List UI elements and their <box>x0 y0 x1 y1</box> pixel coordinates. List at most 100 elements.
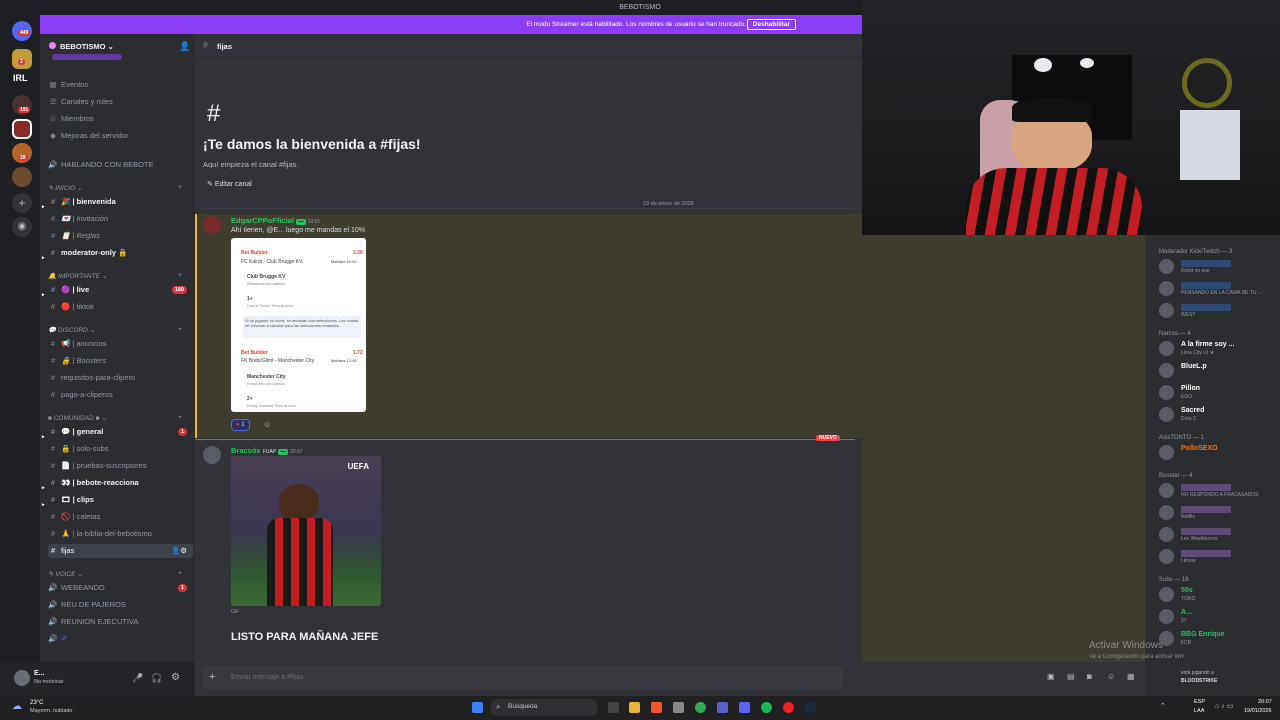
voice-webeando[interactable]: 🔊 WEBEANDO 1 <box>48 581 193 595</box>
taskbar-search[interactable]: ⌕ Búsqueda <box>490 699 598 716</box>
obs-icon[interactable] <box>783 702 794 713</box>
chrome-icon[interactable] <box>695 702 706 713</box>
member-item[interactable]: Sacred Dota 2 <box>1159 407 1279 423</box>
microphone-icon[interactable]: 🎤 <box>132 673 143 684</box>
member-item[interactable]: Pillon EGO <box>1159 385 1279 401</box>
message-author[interactable]: Bracsóx <box>231 446 261 455</box>
add-server-icon[interactable]: + <box>12 193 32 213</box>
channel-settings-icon[interactable]: 👤⚙ <box>171 544 187 558</box>
emoji-icon[interactable]: ☺ <box>1107 672 1115 681</box>
add-channel-icon[interactable]: + <box>178 414 182 421</box>
task-view-icon[interactable] <box>608 702 619 713</box>
add-channel-icon[interactable]: + <box>178 570 182 577</box>
gif-attachment[interactable]: UEFA <box>231 456 381 606</box>
gif-icon[interactable]: ▤ <box>1067 672 1075 681</box>
channel-live[interactable]: ▸ # 🟣 | live 189 <box>42 283 193 298</box>
network-volume-icons[interactable]: ⌂ ♪ ▭ <box>1215 702 1233 710</box>
sidebar-item-mejoras[interactable]: ◆ Mejoras del servidor <box>48 129 193 143</box>
category-importante[interactable]: 🔔 IMPORTANTE ⌄ + <box>48 272 193 280</box>
windows-start-icon[interactable] <box>472 702 483 713</box>
channel-reaccion[interactable]: ▸ # 👀 | bebote-reacciona <box>42 476 193 491</box>
channel-bienvenida[interactable]: ▸ # 🎉 | bienvenida <box>42 195 193 210</box>
headphones-icon[interactable]: 🎧 <box>151 673 162 684</box>
message-input[interactable]: Enviar mensaje a #fijas <box>203 666 843 690</box>
server-irl[interactable]: IRL <box>13 73 28 83</box>
voice-reu[interactable]: 🔊 REU DE PAJEROS <box>48 598 193 612</box>
discord-icon[interactable] <box>739 702 750 713</box>
sidebar-item-miembros[interactable]: ☺ Miembros <box>48 112 193 126</box>
channel-tiktok[interactable]: # 🔴 | tiktok <box>48 300 193 314</box>
channel-pago[interactable]: # pago-a-cliperos <box>48 388 193 402</box>
sticker-icon[interactable]: ◙ <box>1087 672 1092 681</box>
add-member-icon[interactable]: 👤 <box>179 41 190 52</box>
bet-slip-image[interactable]: Bet Builder 3.30 FC Kairat - Club Brugge… <box>231 238 366 412</box>
category-comunidad[interactable]: ■ COMUNIDAD ■ ⌄ + <box>48 414 193 422</box>
voice-reunion[interactable]: 🔊 REUNION EJECUTIVA <box>48 615 193 629</box>
message-author[interactable]: EdgarCPPoFficial <box>231 216 294 225</box>
member-item[interactable]: 50s TORO <box>1159 587 1279 603</box>
sidebar-item-canales[interactable]: ☰ Canales y roles <box>48 95 193 109</box>
attach-plus-icon[interactable]: + <box>209 671 215 683</box>
language-code[interactable]: ESP <box>1194 699 1205 705</box>
channel-invitacion[interactable]: # 💌 | Invitación <box>48 212 193 226</box>
member-item[interactable]: NO RESPONDO A FRACASADOS <box>1159 483 1279 499</box>
member-item[interactable]: Kickd no exe <box>1159 259 1279 275</box>
activity-status[interactable]: está jugando a BLOODSTRIKE <box>1159 666 1279 690</box>
member-item[interactable]: BlueL.p <box>1159 363 1279 379</box>
member-name <box>1181 304 1231 311</box>
member-item[interactable]: A la firme soy ... Lima City v1 ★ <box>1159 341 1279 357</box>
channel-solo-subs[interactable]: # 🔒 | solo-subs <box>48 442 193 456</box>
teams-icon[interactable] <box>717 702 728 713</box>
avatar[interactable] <box>203 216 221 234</box>
settings-gear-icon[interactable]: ⚙ <box>171 672 180 683</box>
member-item[interactable]: PolloSEXO <box>1159 445 1279 461</box>
calculator-icon[interactable] <box>673 702 684 713</box>
server-name-header[interactable]: BEBOTISMO ⌄ <box>49 42 114 51</box>
channel-moderator[interactable]: ▸ # moderator-only 🔒 <box>42 246 193 261</box>
channel-fijas[interactable]: # fijas 👤⚙ <box>48 544 193 558</box>
brave-icon[interactable] <box>651 702 662 713</box>
channel-caletas[interactable]: # 🚫 | caletas <box>48 510 193 524</box>
member-item[interactable]: A... 27 <box>1159 609 1279 625</box>
file-explorer-icon[interactable] <box>629 702 640 713</box>
add-channel-icon[interactable]: + <box>178 184 182 191</box>
member-item[interactable]: BBG Enrique FCB <box>1159 631 1279 647</box>
voice-unnamed[interactable]: 🔊 ✐ <box>48 632 193 646</box>
add-channel-icon[interactable]: + <box>178 272 182 279</box>
server-icon-bebotismo[interactable] <box>12 119 32 139</box>
add-channel-icon[interactable]: + <box>178 326 182 333</box>
member-item[interactable]: PENSANDO EN LA CAMA DE TU ... <box>1159 281 1279 297</box>
apps-icon[interactable]: ▦ <box>1127 672 1135 681</box>
channel-requisitos[interactable]: # requisitos-para-clipero <box>48 371 193 385</box>
sidebar-item-eventos[interactable]: ▦ Eventos <box>48 78 193 92</box>
reaction-button[interactable]: ● 1 <box>231 419 250 431</box>
channel-pruebas[interactable]: # 📄 | pruebas-suscriptores <box>48 459 193 473</box>
channel-boosters[interactable]: # 🔒 | Boosters <box>48 354 193 368</box>
tray-chevron-icon[interactable]: ⌃ <box>1160 702 1166 710</box>
channel-clips[interactable]: ▸ # 🎞 | clips <box>42 493 193 508</box>
member-item[interactable]: WEST <box>1159 303 1279 319</box>
channel-biblia[interactable]: # 🙏 | la-biblia-del-bebotismo <box>48 527 193 541</box>
channel-general[interactable]: ▸ # 💬 | general 1 <box>42 425 193 440</box>
channel-anuncios[interactable]: # 📢 | anuncios <box>48 337 193 351</box>
avatar[interactable] <box>14 670 30 686</box>
weather-temp[interactable]: 23°C <box>30 700 43 706</box>
add-reaction-icon[interactable]: ☺ <box>263 420 271 429</box>
category-voice[interactable]: ✎ VOICE ⌄ + <box>48 570 193 578</box>
category-inicio[interactable]: ✎ INICIO ⌄ + <box>48 184 193 192</box>
disable-streamer-button[interactable]: Deshabilitar <box>746 19 796 30</box>
server-icon-4[interactable] <box>12 167 32 187</box>
sidebar-item-hablando[interactable]: 🔊 HABLANDO CON BEBOTE <box>48 158 193 172</box>
avatar[interactable] <box>203 446 221 464</box>
category-discord[interactable]: 💬 DISCORD ⌄ + <box>48 326 193 334</box>
gift-icon[interactable]: ▣ <box>1047 672 1055 681</box>
member-item[interactable]: I know <box>1159 549 1279 565</box>
steam-icon[interactable] <box>805 702 816 713</box>
spotify-icon[interactable] <box>761 702 772 713</box>
channel-reglas[interactable]: # 📋 | Reglas <box>48 229 193 243</box>
member-item[interactable]: Netflix <box>1159 505 1279 521</box>
edit-channel-button[interactable]: ✎ Editar canal <box>207 180 252 188</box>
clock-time[interactable]: 20:07 <box>1258 699 1272 705</box>
member-item[interactable]: Los Weebiturros <box>1159 527 1279 543</box>
discover-icon[interactable]: ◉ <box>12 217 32 237</box>
